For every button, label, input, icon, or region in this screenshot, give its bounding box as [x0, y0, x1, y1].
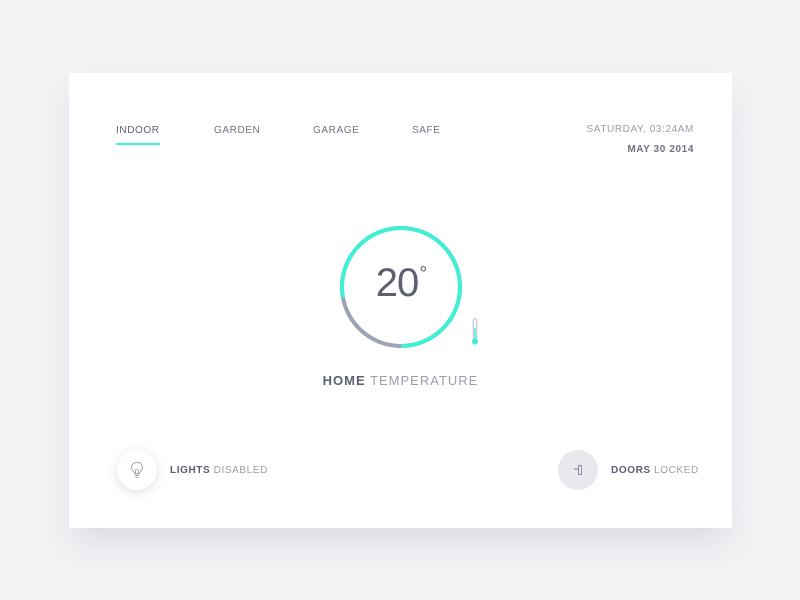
- lights-label-strong: LIGHTS: [170, 464, 211, 476]
- doors-label-strong: DOORS: [611, 464, 651, 476]
- tab-indoor[interactable]: INDOOR: [116, 125, 160, 145]
- tab-label: INDOOR: [116, 125, 160, 136]
- lights-toggle[interactable]: LIGHTS DISABLED: [117, 450, 268, 490]
- doors-label-rest: LOCKED: [654, 464, 699, 476]
- degree-symbol: °: [419, 263, 427, 285]
- door-lock-icon: [574, 465, 582, 475]
- doors-button[interactable]: [558, 450, 598, 490]
- active-tab-underline: [116, 143, 160, 145]
- lights-label-rest: DISABLED: [213, 464, 268, 476]
- tab-label: GARAGE: [313, 125, 360, 136]
- tab-garden[interactable]: GARDEN: [214, 125, 260, 136]
- tab-safe[interactable]: SAFE: [412, 125, 441, 136]
- day-time: SATURDAY, 03:24AM: [586, 124, 694, 135]
- tab-garage[interactable]: GARAGE: [313, 125, 359, 136]
- thermometer-icon: [471, 318, 479, 351]
- datetime-display: SATURDAY, 03:24AM MAY 30 2014: [587, 124, 694, 155]
- label-rest: TEMPERATURE: [370, 373, 479, 388]
- temperature-dial[interactable]: 20°: [339, 225, 463, 349]
- lights-button[interactable]: [117, 450, 157, 490]
- tab-label: GARDEN: [214, 125, 261, 136]
- date: MAY 30 2014: [627, 144, 694, 155]
- lights-label: LIGHTS DISABLED: [170, 465, 268, 476]
- doors-toggle[interactable]: DOORS LOCKED: [558, 450, 699, 490]
- temperature-value: 20: [375, 261, 419, 305]
- label-strong: HOME: [322, 373, 366, 388]
- tab-label: SAFE: [412, 125, 441, 136]
- dashboard-card: INDOOR GARDEN GARAGE SAFE SATURDAY, 03:2…: [69, 73, 732, 528]
- temperature-readout: 20°: [339, 261, 463, 306]
- doors-label: DOORS LOCKED: [611, 465, 699, 476]
- temperature-label: HOME TEMPERATURE: [69, 373, 732, 388]
- lightbulb-icon: [131, 461, 143, 478]
